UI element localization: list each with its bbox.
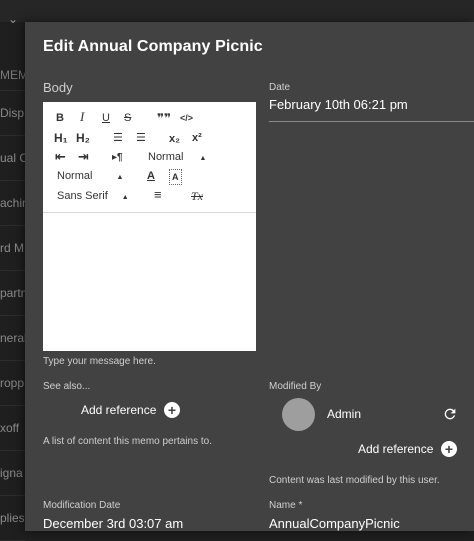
date-label: Date: [269, 82, 291, 93]
background-list: MEMO Disp ual C achin rd M partm neral r…: [0, 55, 25, 541]
editor-content-area[interactable]: [43, 213, 256, 351]
bullet-list-icon[interactable]: ☰: [136, 131, 146, 145]
modified-by-name: Admin: [327, 407, 362, 421]
size-select-2-value: Normal: [57, 170, 93, 182]
background-list-item[interactable]: neral: [0, 316, 25, 361]
rich-text-editor: B I U S ❞❞ </> H₁ H₂ ☰ ☰ x₂ x² ⇤ ⇥ ▸¶ No…: [43, 102, 256, 351]
background-color-icon[interactable]: A: [169, 169, 182, 185]
background-list-header: MEMO: [0, 55, 25, 91]
subscript-button[interactable]: x₂: [169, 132, 180, 146]
body-helper-text: Type your message here.: [43, 356, 156, 367]
background-list-item[interactable]: ropp: [0, 361, 25, 406]
outdent-icon[interactable]: ⇤: [55, 150, 66, 164]
modification-date-label: Modification Date: [43, 500, 121, 511]
background-list-item[interactable]: xoff: [0, 406, 25, 451]
select-arrow-icon: ▲: [116, 174, 124, 181]
add-icon[interactable]: +: [441, 441, 457, 457]
avatar: [282, 398, 315, 431]
refresh-icon[interactable]: [442, 406, 458, 422]
underline-button[interactable]: U: [102, 111, 110, 125]
date-value: February 10th 06:21 pm: [269, 97, 408, 112]
add-icon[interactable]: +: [164, 402, 180, 418]
strike-button[interactable]: S: [124, 111, 131, 125]
select-arrow-icon: ▲: [121, 194, 129, 201]
modified-by-label: Modified By: [269, 381, 322, 392]
font-color-icon[interactable]: A: [147, 169, 155, 183]
chevron-down-icon[interactable]: ⌄: [8, 12, 18, 26]
see-also-label: See also...: [43, 381, 91, 392]
background-list-item[interactable]: igna: [0, 451, 25, 496]
background-list-item[interactable]: ual C: [0, 136, 25, 181]
pilcrow-icon: ¶: [117, 152, 123, 163]
date-field[interactable]: February 10th 06:21 pm: [269, 97, 474, 122]
size-select-2[interactable]: Normal ▲: [57, 169, 123, 185]
text-direction-icon[interactable]: ▸¶: [112, 151, 123, 165]
indent-icon[interactable]: ⇥: [78, 150, 89, 164]
background-list-item[interactable]: achin: [0, 181, 25, 226]
background-list-item[interactable]: plies: [0, 496, 25, 541]
background-list-item[interactable]: partm: [0, 271, 25, 316]
bold-button[interactable]: B: [56, 111, 64, 125]
select-arrow-icon: ▲: [199, 155, 207, 162]
editor-toolbar: B I U S ❞❞ </> H₁ H₂ ☰ ☰ x₂ x² ⇤ ⇥ ▸¶ No…: [43, 102, 256, 213]
dialog-title: Edit Annual Company Picnic: [43, 38, 263, 55]
font-select[interactable]: Sans Serif ▲: [57, 189, 129, 205]
ordered-list-icon[interactable]: ☰: [113, 131, 123, 145]
background-top-bar: ⌄: [0, 0, 474, 26]
body-label: Body: [43, 80, 73, 95]
size-select-1[interactable]: Normal ▲: [148, 150, 206, 166]
edit-memo-dialog: Edit Annual Company Picnic Body B I U S …: [25, 22, 474, 531]
modified-add-reference-button[interactable]: Add reference: [358, 442, 433, 456]
see-also-helper-text: A list of content this memo pertains to.: [43, 436, 212, 447]
superscript-button[interactable]: x²: [192, 131, 202, 145]
background-list-item[interactable]: rd M: [0, 226, 25, 271]
header-1-button[interactable]: H₁: [54, 131, 68, 145]
modification-date-value[interactable]: December 3rd 03:07 am: [43, 516, 183, 531]
italic-button[interactable]: I: [80, 110, 84, 124]
name-field[interactable]: AnnualCompanyPicnic: [269, 516, 400, 531]
align-icon[interactable]: ≡: [154, 188, 162, 202]
size-select-1-value: Normal: [148, 151, 184, 163]
clear-format-icon[interactable]: Tx: [191, 189, 203, 203]
header-2-button[interactable]: H₂: [76, 131, 90, 145]
background-list-item[interactable]: Disp: [0, 91, 25, 136]
font-select-value: Sans Serif: [57, 190, 108, 202]
blockquote-icon[interactable]: ❞❞: [157, 111, 171, 125]
modified-by-helper-text: Content was last modified by this user.: [269, 475, 440, 486]
code-block-icon[interactable]: </>: [180, 111, 193, 125]
add-reference-button[interactable]: Add reference: [81, 403, 156, 417]
name-label: Name *: [269, 500, 303, 511]
